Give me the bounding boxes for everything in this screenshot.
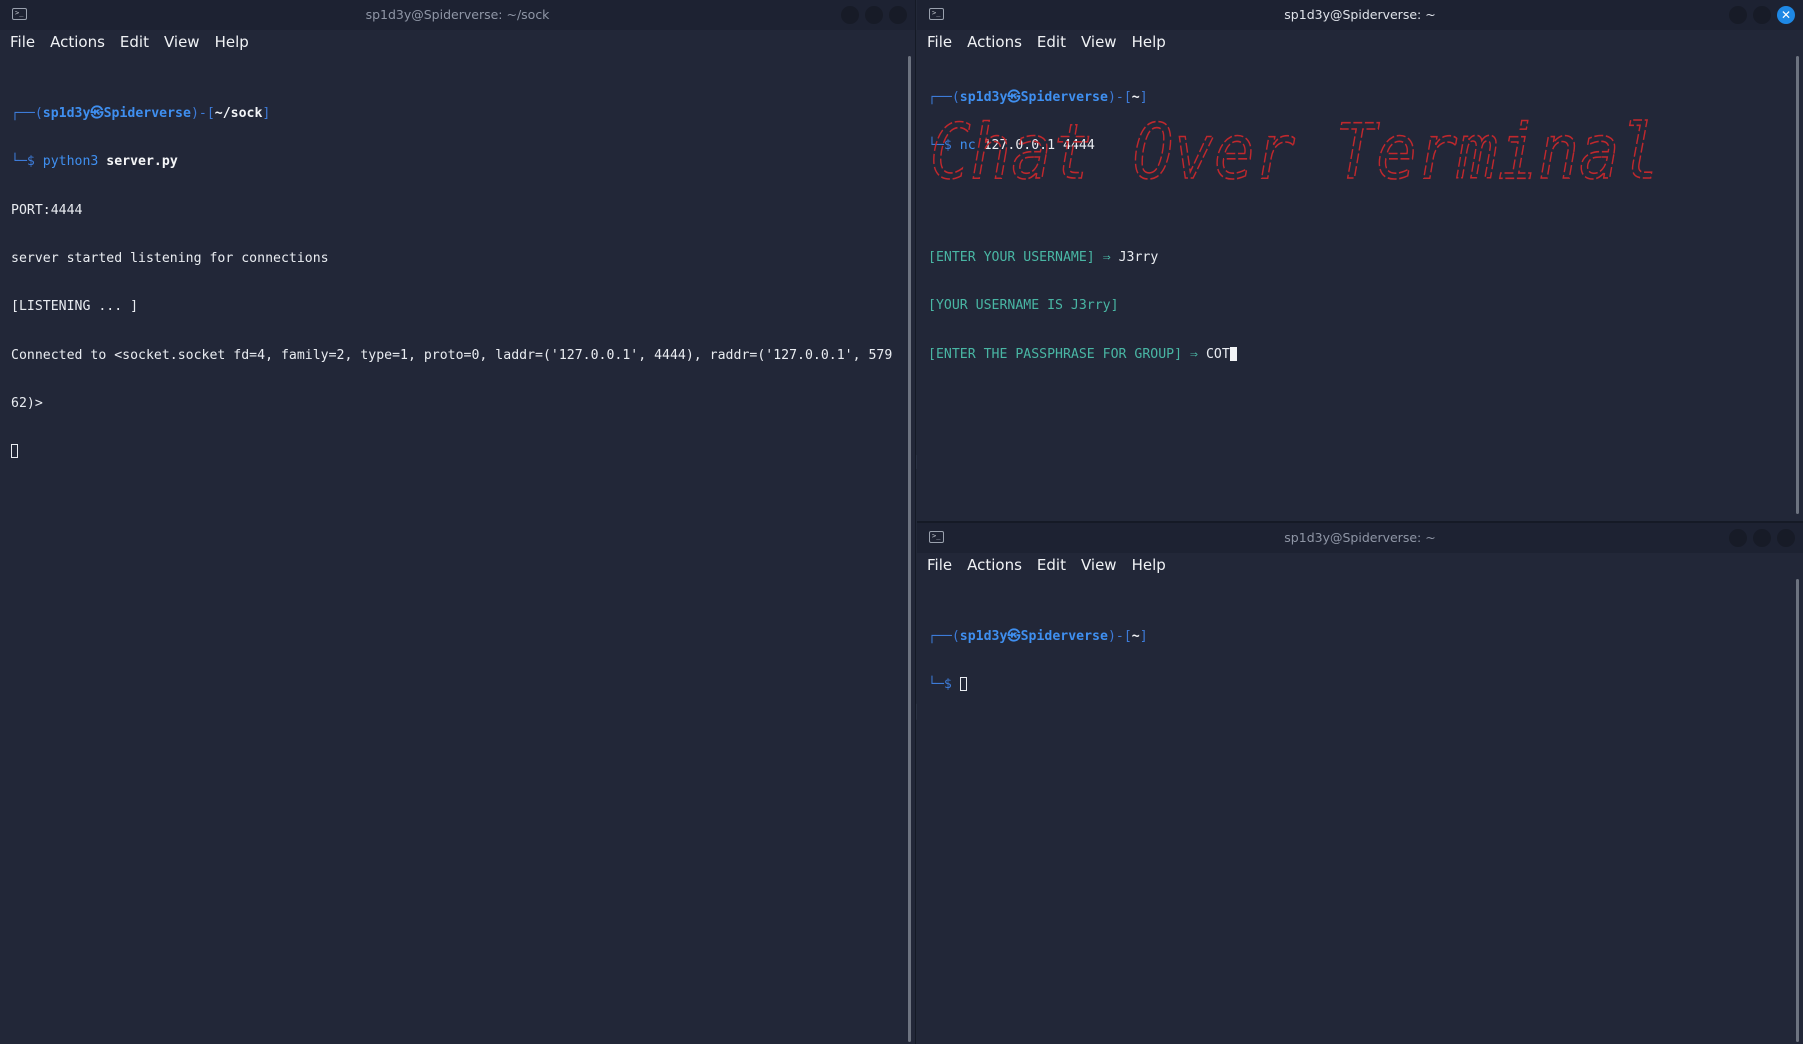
menu-view[interactable]: View [1081, 553, 1117, 577]
menu-view[interactable]: View [164, 30, 200, 54]
scrollbar[interactable] [1796, 579, 1799, 1042]
prompt-line: ┌──(sp1d3y㉿Spiderverse)-[~] [928, 629, 1148, 645]
text-cursor [11, 444, 18, 459]
menu-edit[interactable]: Edit [1037, 553, 1066, 577]
minimize-button[interactable] [1729, 6, 1747, 24]
title-bar[interactable]: >_ sp1d3y@Spiderverse: ~ [917, 523, 1803, 553]
menu-file[interactable]: File [927, 30, 952, 54]
menu-bar: File Actions Edit View Help [0, 30, 915, 54]
text-cursor [1229, 346, 1237, 361]
close-button[interactable] [1777, 529, 1795, 547]
command-line: └─$ [928, 677, 1787, 693]
terminal-window-client[interactable]: >_ sp1d3y@Spiderverse: ~ ✕ File Actions … [917, 0, 1803, 520]
text-cursor [959, 677, 967, 692]
scrollbar[interactable] [908, 56, 911, 1042]
menu-actions[interactable]: Actions [967, 553, 1022, 577]
output-line: server started listening for connections [11, 251, 329, 267]
menu-bar: File Actions Edit View Help [917, 553, 1803, 577]
terminal-output[interactable]: ┌──(sp1d3y㉿Spiderverse)-[~/sock] └─$ pyt… [11, 74, 899, 1044]
menu-actions[interactable]: Actions [50, 30, 105, 54]
menu-edit[interactable]: Edit [1037, 30, 1066, 54]
title-bar[interactable]: >_ sp1d3y@Spiderverse: ~/sock [0, 0, 915, 30]
menu-actions[interactable]: Actions [967, 30, 1022, 54]
minimize-button[interactable] [1729, 529, 1747, 547]
banner-text: Chat Over Terminal [930, 108, 1660, 190]
menu-view[interactable]: View [1081, 30, 1117, 54]
menu-file[interactable]: File [10, 30, 35, 54]
output-line: [LISTENING ... ] [11, 299, 139, 315]
close-button[interactable]: ✕ [1777, 6, 1795, 24]
chat-prompts[interactable]: [ENTER YOUR USERNAME] ⇒ J3rry [YOUR USER… [928, 218, 1787, 520]
menu-bar: File Actions Edit View Help [917, 30, 1803, 54]
prompt-line: ┌──(sp1d3y㉿Spiderverse)-[~/sock] [11, 106, 271, 122]
window-title: sp1d3y@Spiderverse: ~ [1284, 530, 1436, 545]
maximize-button[interactable] [1753, 529, 1771, 547]
prompt-line: ┌──(sp1d3y㉿Spiderverse)-[~] [928, 90, 1148, 106]
menu-help[interactable]: Help [1132, 30, 1166, 54]
close-button[interactable] [889, 6, 907, 24]
close-icon: ✕ [1780, 8, 1792, 22]
terminal-window-server[interactable]: >_ sp1d3y@Spiderverse: ~/sock File Actio… [0, 0, 916, 1044]
passphrase-prompt-line: [ENTER THE PASSPHRASE FOR GROUP] ⇒ COT [928, 346, 1787, 363]
terminal-window-idle[interactable]: >_ sp1d3y@Spiderverse: ~ File Actions Ed… [917, 521, 1803, 1044]
window-title: sp1d3y@Spiderverse: ~ [1284, 7, 1436, 22]
output-line: PORT:4444 [11, 202, 83, 218]
scrollbar[interactable] [1796, 56, 1799, 514]
output-line: Connected to <socket.socket fd=4, family… [11, 347, 893, 363]
window-title: sp1d3y@Spiderverse: ~/sock [365, 7, 550, 22]
cursor-line [11, 444, 899, 460]
username-prompt-line: [ENTER YOUR USERNAME] ⇒ J3rry [928, 250, 1159, 266]
output-line: 62)> [11, 395, 43, 411]
passphrase-input[interactable]: COT [1206, 347, 1230, 362]
menu-file[interactable]: File [927, 553, 952, 577]
ascii-banner: Chat Over Terminal [929, 108, 1661, 190]
menu-help[interactable]: Help [1132, 553, 1166, 577]
title-bar[interactable]: >_ sp1d3y@Spiderverse: ~ ✕ [917, 0, 1803, 30]
menu-help[interactable]: Help [215, 30, 249, 54]
maximize-button[interactable] [1753, 6, 1771, 24]
username-confirm-line: [YOUR USERNAME IS J3rry] [928, 298, 1119, 314]
minimize-button[interactable] [841, 6, 859, 24]
terminal-output[interactable]: ┌──(sp1d3y㉿Spiderverse)-[~] └─$ [928, 597, 1787, 1044]
menu-edit[interactable]: Edit [120, 30, 149, 54]
maximize-button[interactable] [865, 6, 883, 24]
command-line: └─$ python3 server.py [11, 154, 178, 170]
